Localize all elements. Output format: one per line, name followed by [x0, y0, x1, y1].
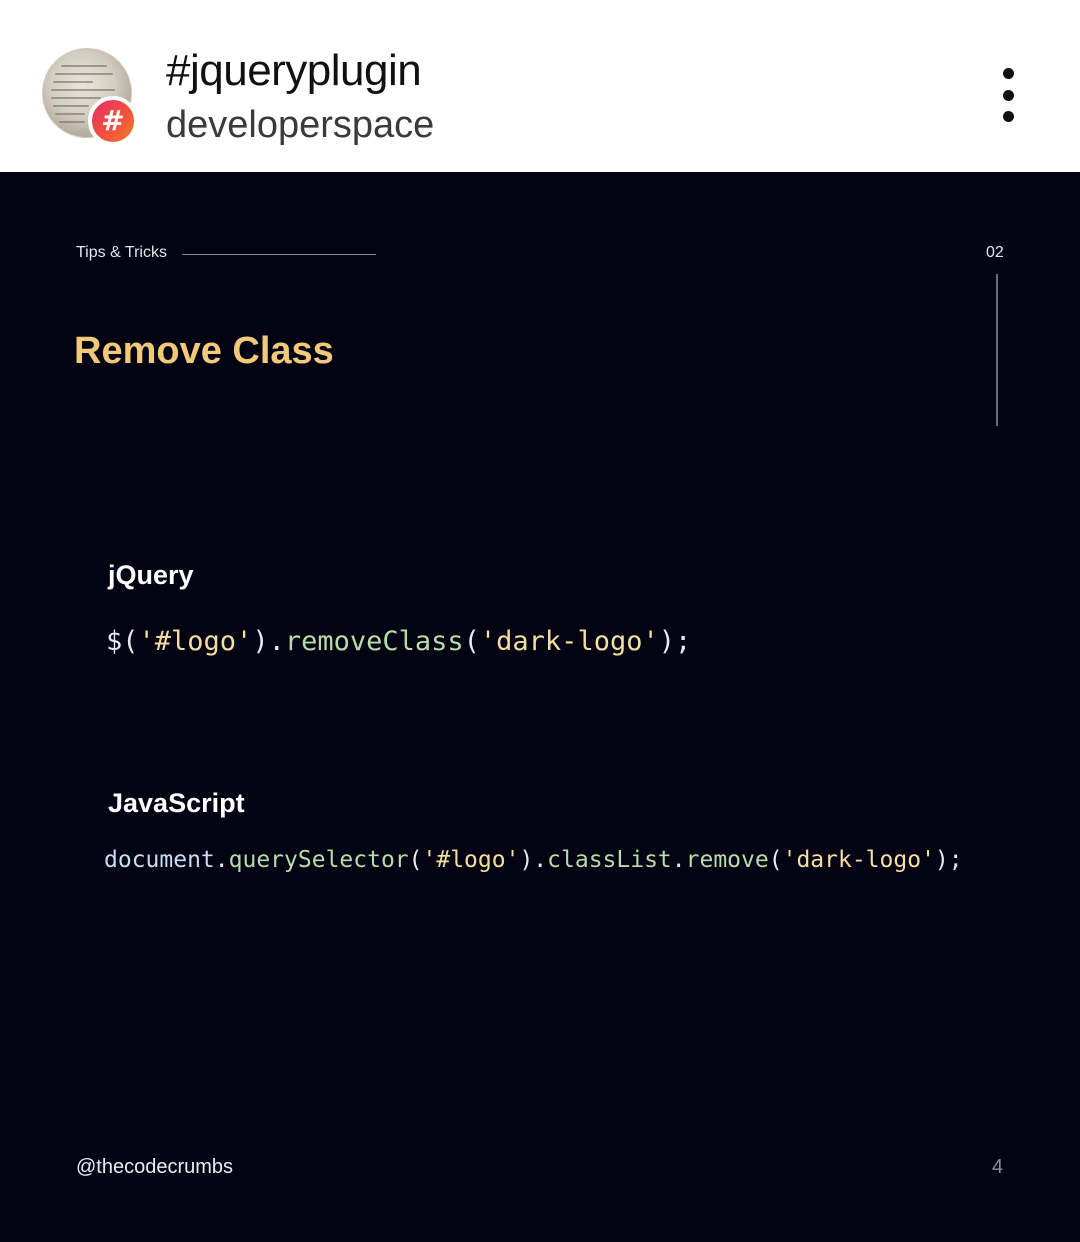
- code-token: .: [671, 847, 686, 873]
- code-token: );: [934, 847, 963, 873]
- code-token: document: [104, 847, 215, 873]
- more-dot: [1002, 89, 1014, 101]
- code-token: 'dark-logo': [479, 626, 659, 657]
- code-token: ).: [252, 626, 285, 657]
- more-options-icon[interactable]: [992, 68, 1024, 122]
- section-label-jquery: jQuery: [108, 560, 194, 590]
- hashtag-symbol: #: [101, 104, 125, 137]
- avatar-code-line: [53, 105, 89, 107]
- hashtag-badge-icon: #: [88, 96, 138, 146]
- code-token: 'dark-logo': [782, 847, 935, 873]
- code-snippet-jquery: $('#logo').removeClass('dark-logo');: [106, 626, 691, 657]
- section-label-javascript: JavaScript: [108, 788, 245, 818]
- code-token: (: [408, 847, 423, 873]
- avatar-code-line: [59, 121, 85, 123]
- avatar-code-line: [51, 97, 101, 99]
- author-handle: @thecodecrumbs: [76, 1156, 234, 1178]
- code-token: remove: [685, 847, 769, 873]
- code-token: (: [768, 847, 783, 873]
- code-token: querySelector: [228, 847, 409, 873]
- code-token: .: [214, 847, 229, 873]
- code-token: (: [463, 626, 480, 657]
- account-name[interactable]: developerspace: [166, 104, 434, 147]
- avatar-code-line: [55, 73, 113, 75]
- code-snippet-javascript: document.querySelector('#logo').classLis…: [104, 847, 963, 873]
- vertical-divider: [996, 274, 998, 426]
- avatar-code-line: [61, 65, 107, 67]
- post-header: # #jqueryplugin developerspace: [0, 0, 1080, 172]
- more-dot: [1002, 111, 1014, 122]
- avatar-code-line: [51, 89, 115, 91]
- post-heading: Remove Class: [74, 330, 334, 372]
- post-image[interactable]: Tips & Tricks 02 Remove Class jQuery $('…: [0, 172, 1080, 1242]
- code-token: removeClass: [284, 626, 464, 657]
- code-token: classList: [547, 847, 672, 873]
- avatar-code-line: [53, 81, 93, 83]
- more-dot: [1002, 68, 1014, 79]
- code-token: ).: [519, 847, 548, 873]
- page-number: 4: [992, 1156, 1004, 1178]
- code-token: );: [658, 626, 692, 657]
- code-token: '#logo': [422, 847, 520, 873]
- avatar-code-line: [55, 113, 85, 115]
- code-token: $(: [106, 626, 139, 657]
- slide-number: 02: [986, 244, 1004, 261]
- category-divider: [182, 254, 376, 255]
- hashtag-title[interactable]: #jqueryplugin: [166, 46, 422, 96]
- category-label: Tips & Tricks: [76, 244, 167, 261]
- code-token: '#logo': [138, 626, 253, 657]
